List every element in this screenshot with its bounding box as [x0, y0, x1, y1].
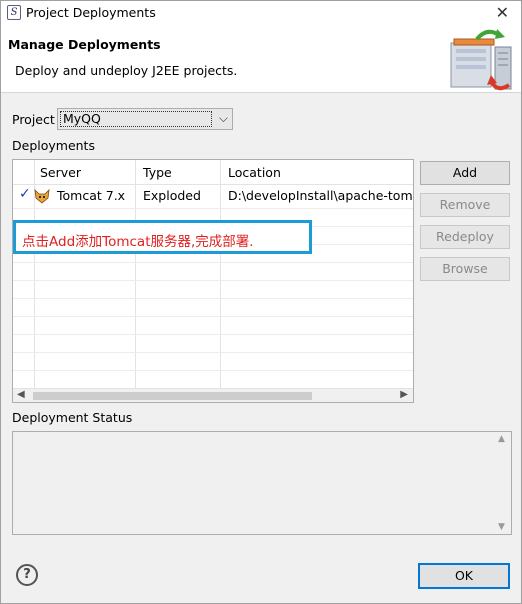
- deployment-status-label: Deployment Status: [12, 410, 133, 425]
- scroll-down-icon[interactable]: ▼: [498, 522, 505, 532]
- row-divider: [13, 262, 413, 263]
- redeploy-button[interactable]: Redeploy: [420, 225, 510, 249]
- row-divider: [13, 298, 413, 299]
- window-title: Project Deployments: [26, 5, 156, 20]
- project-deployments-dialog: S Project Deployments ✕ Manage Deploymen…: [0, 0, 522, 604]
- column-location[interactable]: Location: [228, 165, 281, 180]
- scroll-up-icon[interactable]: ▲: [498, 434, 505, 444]
- scroll-right-icon[interactable]: ▶: [400, 389, 408, 400]
- vertical-scrollbar[interactable]: ▲ ▼: [494, 432, 511, 534]
- row-divider: [13, 208, 413, 209]
- eclipse-app-icon: S: [7, 5, 21, 20]
- horizontal-scrollbar[interactable]: ◀ ▶: [13, 388, 413, 402]
- header-title: Manage Deployments: [8, 37, 161, 52]
- row-divider: [13, 316, 413, 317]
- row-divider: [13, 280, 413, 281]
- project-select-value: MyQQ: [60, 111, 212, 127]
- deploy-server-icon: [450, 29, 512, 91]
- project-select[interactable]: MyQQ ⌵: [57, 108, 233, 130]
- title-bar: S Project Deployments ✕: [1, 1, 521, 25]
- row-divider: [13, 352, 413, 353]
- cell-server: Tomcat 7.x: [57, 188, 126, 203]
- dialog-header: Manage Deployments Deploy and undeploy J…: [1, 25, 521, 93]
- help-icon[interactable]: ?: [16, 564, 38, 586]
- column-divider: [135, 160, 136, 388]
- cell-type: Exploded: [143, 188, 201, 203]
- column-divider: [220, 160, 221, 388]
- scroll-thumb[interactable]: [33, 392, 312, 400]
- annotation-text: 点击Add添加Tomcat服务器,完成部署.: [22, 234, 254, 250]
- annotation-callout: 点击Add添加Tomcat服务器,完成部署.: [13, 220, 312, 254]
- remove-button[interactable]: Remove: [420, 193, 510, 217]
- row-divider: [13, 370, 413, 371]
- header-description: Deploy and undeploy J2EE projects.: [15, 63, 238, 78]
- deployments-table[interactable]: Server Type Location ✓ Tomcat 7.x Explod…: [12, 159, 414, 403]
- check-icon: ✓: [19, 186, 31, 202]
- deployment-status-area: ▲ ▼: [12, 431, 512, 535]
- cell-location: D:\developInstall\apache-tomca: [228, 188, 414, 203]
- scroll-left-icon[interactable]: ◀: [17, 389, 25, 400]
- browse-button[interactable]: Browse: [420, 257, 510, 281]
- table-header: Server Type Location: [13, 160, 413, 185]
- project-label: Project: [12, 112, 55, 127]
- chevron-down-icon: ⌵: [218, 111, 228, 125]
- tomcat-icon: [34, 188, 50, 204]
- ok-button[interactable]: OK: [418, 563, 510, 589]
- column-type[interactable]: Type: [143, 165, 172, 180]
- add-button[interactable]: Add: [420, 161, 510, 185]
- column-server[interactable]: Server: [40, 165, 81, 180]
- deployments-label: Deployments: [12, 138, 95, 153]
- row-divider: [13, 334, 413, 335]
- close-button[interactable]: ✕: [496, 3, 509, 22]
